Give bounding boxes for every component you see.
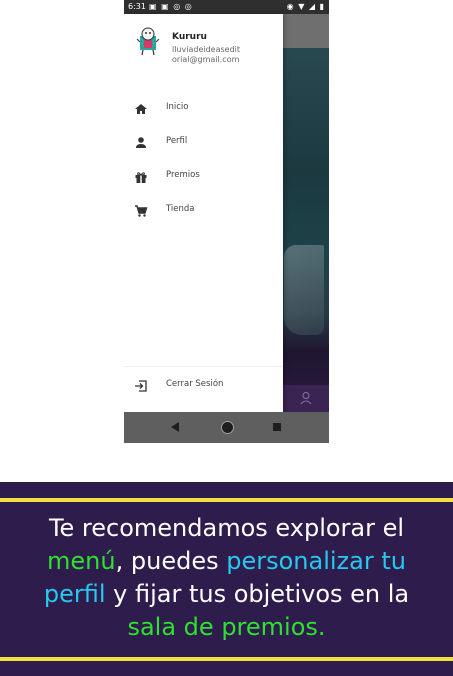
caption-banner: Te recomendamos explorar el menú, puedes… <box>0 482 453 676</box>
status-time: 6:31 <box>128 2 146 11</box>
caption-highlight-menu: menú <box>47 547 116 575</box>
caption-top-line <box>0 498 453 502</box>
navigation-drawer: Kururu lluviadeideaseditorial@gmail.com … <box>124 14 283 412</box>
system-nav-bar <box>124 412 329 443</box>
home-circle-icon[interactable] <box>221 421 234 434</box>
menu-item-label: Premios <box>166 170 200 180</box>
logout-label: Cerrar Sesión <box>166 379 224 389</box>
avatar <box>134 26 162 56</box>
caption-text: Te recomendamos explorar el menú, puedes… <box>20 512 433 644</box>
logout-button[interactable]: Cerrar Sesión <box>124 371 283 399</box>
phone-screen: 6:31 ▣ ▣ ◎ ◎ ◉ ▼ ◢ ▮ Kururu lluviadeidea… <box>124 0 329 443</box>
status-bar: 6:31 ▣ ▣ ◎ ◎ ◉ ▼ ◢ ▮ <box>124 0 329 14</box>
menu-item-premios[interactable]: Premios <box>124 162 283 190</box>
gift-icon <box>134 169 148 183</box>
menu-item-perfil[interactable]: Perfil <box>124 128 283 156</box>
user-email: lluviadeideaseditorial@gmail.com <box>172 45 241 64</box>
caption-part: , puedes <box>115 547 227 575</box>
recent-apps-icon[interactable] <box>273 423 281 431</box>
person-icon <box>134 135 148 149</box>
menu-item-label: Perfil <box>166 136 188 146</box>
cart-icon <box>134 203 148 217</box>
menu-item-inicio[interactable]: Inicio <box>124 94 283 122</box>
caption-highlight-prizes: sala de premios. <box>127 613 326 641</box>
menu-item-label: Inicio <box>166 102 189 112</box>
system-status-icons: ◉ ▼ ◢ ▮ <box>286 2 325 11</box>
menu-item-label: Tienda <box>166 204 195 214</box>
caption-part: y fijar tus objetivos en la <box>105 580 410 608</box>
background-illustration <box>284 245 324 335</box>
logout-icon <box>134 378 148 392</box>
back-icon[interactable] <box>171 422 179 432</box>
menu-item-tienda[interactable]: Tienda <box>124 196 283 224</box>
drawer-divider <box>124 366 283 367</box>
user-name: Kururu <box>172 32 207 42</box>
notification-icons: ▣ ▣ ◎ ◎ <box>149 2 193 11</box>
caption-bottom-line <box>0 657 453 661</box>
person-icon[interactable] <box>299 391 313 405</box>
caption-part: Te recomendamos explorar el <box>48 514 405 542</box>
home-icon <box>134 101 148 115</box>
